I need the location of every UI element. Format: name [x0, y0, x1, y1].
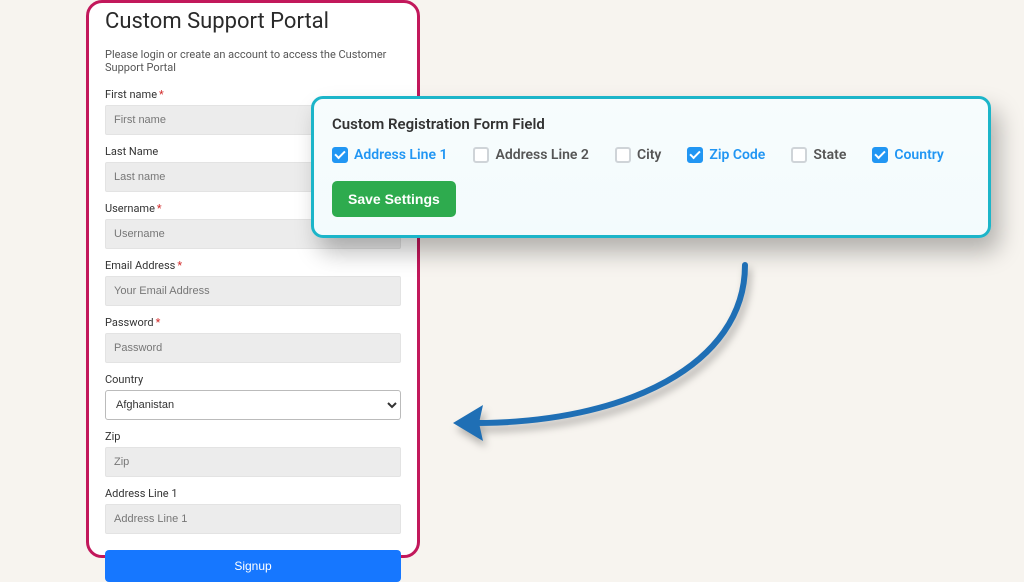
checkbox-option[interactable]: Address Line 1: [332, 147, 447, 163]
checkbox-label: Zip Code: [709, 147, 765, 163]
field-group: Email Address*: [105, 259, 401, 306]
settings-title: Custom Registration Form Field: [332, 115, 970, 133]
checkbox-icon[interactable]: [687, 147, 703, 163]
field-group: Country Afghanistan: [105, 373, 401, 420]
field-label: Address Line 1: [105, 487, 401, 500]
portal-subtitle: Please login or create an account to acc…: [105, 48, 401, 74]
checkbox-label: Country: [894, 147, 944, 163]
checkbox-icon[interactable]: [872, 147, 888, 163]
checkbox-option[interactable]: Address Line 2: [473, 147, 588, 163]
field-group: Zip: [105, 430, 401, 477]
email-address-input[interactable]: [105, 276, 401, 306]
signup-button[interactable]: Signup: [105, 550, 401, 582]
checkbox-option[interactable]: State: [791, 147, 846, 163]
checkbox-icon[interactable]: [473, 147, 489, 163]
checkbox-label: Address Line 1: [354, 147, 447, 163]
required-asterisk: *: [157, 202, 162, 215]
field-label: Country: [105, 373, 401, 386]
checkbox-label: Address Line 2: [495, 147, 588, 163]
pointer-arrow-icon: [445, 255, 765, 445]
checkbox-label: City: [637, 147, 661, 163]
checkbox-option[interactable]: Zip Code: [687, 147, 765, 163]
required-asterisk: *: [159, 88, 164, 101]
field-label: Password*: [105, 316, 401, 329]
field-group: Address Line 1: [105, 487, 401, 534]
settings-options-row: Address Line 1 Address Line 2 City Zip Code…: [332, 147, 970, 163]
checkbox-icon[interactable]: [332, 147, 348, 163]
checkbox-icon[interactable]: [615, 147, 631, 163]
checkbox-option[interactable]: City: [615, 147, 661, 163]
field-label: Zip: [105, 430, 401, 443]
registration-settings-card: Custom Registration Form Field Address L…: [311, 96, 991, 238]
save-settings-button[interactable]: Save Settings: [332, 181, 456, 217]
required-asterisk: *: [156, 316, 161, 329]
checkbox-label: State: [813, 147, 846, 163]
portal-title: Custom Support Portal: [105, 9, 401, 34]
password-input[interactable]: [105, 333, 401, 363]
field-label: Email Address*: [105, 259, 401, 272]
required-asterisk: *: [177, 259, 182, 272]
checkbox-icon[interactable]: [791, 147, 807, 163]
checkbox-option[interactable]: Country: [872, 147, 944, 163]
zip-input[interactable]: [105, 447, 401, 477]
field-group: Password*: [105, 316, 401, 363]
support-portal-card: Custom Support Portal Please login or cr…: [86, 0, 420, 558]
address-line-1-input[interactable]: [105, 504, 401, 534]
country-select[interactable]: Afghanistan: [105, 390, 401, 420]
